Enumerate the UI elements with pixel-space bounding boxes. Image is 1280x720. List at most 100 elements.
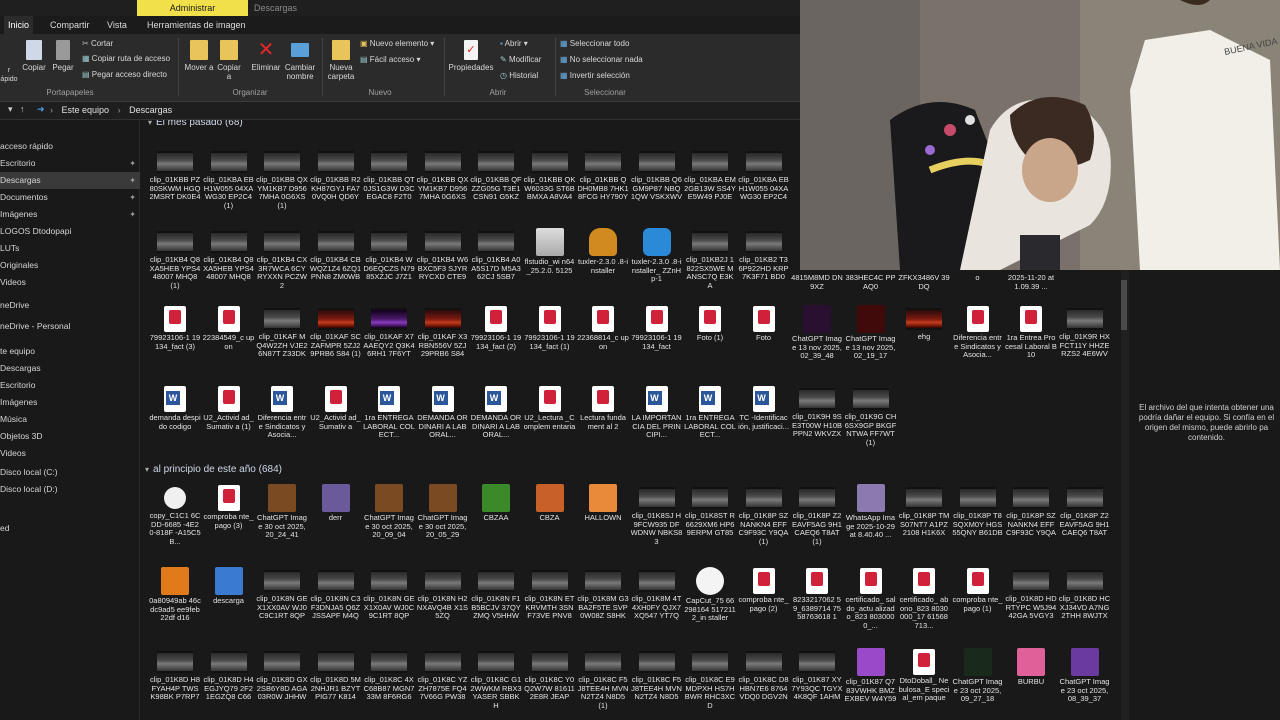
file-item[interactable]: clip_01K8C Y0Q2W7W 816112E8R JEAP bbox=[524, 648, 576, 720]
file-item[interactable]: clip_01K8N H2NXAVQ4B X1S5ZQ bbox=[417, 567, 469, 647]
file-item[interactable]: ChatGPT Image 13 nov 2025, 02_39_48 bbox=[791, 305, 843, 385]
file-item[interactable]: 79923106-1 19134_fact (1) bbox=[524, 305, 576, 385]
file-item[interactable]: clip_01K8N F1B5BCJV 37QYZMQ V5HHW bbox=[470, 567, 522, 647]
file-item[interactable]: clip_01K8SJ H9FCW935 DFWDNW NBKS83 bbox=[631, 484, 683, 564]
file-item[interactable]: ChatGPT Image 13 nov 2025, 02_19_17 bbox=[845, 305, 897, 385]
file-item[interactable]: clip_01KBA EBH1W055 04XAWG30 EP2C4 (1) bbox=[203, 148, 255, 228]
file-item[interactable]: clip_01K8P Z2EAVF5AG 9H1CAEQ6 T8AT bbox=[1059, 484, 1111, 564]
file-item[interactable]: clip_01K8D H8FYAH4P TWSK98BK P7RP7 bbox=[149, 648, 201, 720]
file-item[interactable]: WhatsApp Image 2025-10-29 at 8.40.40 ... bbox=[845, 484, 897, 564]
rename-button[interactable]: Cambiar nombre bbox=[282, 40, 318, 81]
sidebar-item[interactable]: neDrive - Personal bbox=[0, 318, 140, 335]
file-item[interactable]: clip_01K8N GEX1XX0AV WJ0C9C1RT 8QP bbox=[256, 567, 308, 647]
tab-herramientas-imagen[interactable]: Herramientas de imagen bbox=[143, 16, 250, 34]
copy-path-button[interactable]: ▦ Copiar ruta de acceso bbox=[82, 54, 170, 64]
sidebar-item[interactable]: Descargas bbox=[0, 360, 140, 377]
file-item[interactable]: ehg bbox=[898, 305, 950, 385]
file-item[interactable]: CapCut_75 66298164 5172112_in staller bbox=[684, 567, 736, 647]
scrollbar[interactable] bbox=[1121, 270, 1129, 720]
chevron-down-icon[interactable]: ▾ bbox=[8, 104, 13, 115]
file-item[interactable]: comproba nte_pago (2) bbox=[738, 567, 790, 647]
file-item[interactable]: flstudio_wi n64_25.2.0. 5125 bbox=[524, 228, 576, 308]
sidebar-item[interactable]: acceso rápido bbox=[0, 138, 140, 155]
delete-button[interactable]: ✕ Eliminar bbox=[250, 40, 282, 72]
sidebar-item[interactable]: Escritorio ✦ bbox=[0, 155, 140, 172]
file-item[interactable]: certificado_ saldo_actu alizado_823 8030… bbox=[845, 567, 897, 647]
file-item[interactable]: Diferencia entre Sindicatos y Asocia... bbox=[256, 385, 308, 465]
select-none-button[interactable]: ▦ No seleccionar nada bbox=[560, 55, 643, 65]
copy-button[interactable]: Copiar bbox=[20, 40, 48, 72]
file-item[interactable]: HALLOWN bbox=[577, 484, 629, 564]
file-item[interactable]: 1ra Entrea Procesal Laboral B10 bbox=[1005, 305, 1057, 385]
file-item[interactable]: CBZAA bbox=[470, 484, 522, 564]
properties-button[interactable]: ✓ Propiedades bbox=[448, 40, 494, 72]
sidebar-item[interactable]: Descargas ✦ bbox=[0, 172, 140, 189]
file-item[interactable]: clip_01K8C G12WWKM RBX3YASER SBBKH bbox=[470, 648, 522, 720]
file-item[interactable]: clip_01K8D HDRTYPC W5J9442GA 5VGY3 bbox=[1005, 567, 1057, 647]
select-all-button[interactable]: ▦ Seleccionar todo bbox=[560, 39, 629, 49]
file-item[interactable]: Foto (1) bbox=[684, 305, 736, 385]
file-item[interactable]: clip_01K8N GEX1X0AV WJ0C9C1RT 8QP bbox=[363, 567, 415, 647]
file-item[interactable]: 1ra ENTREGA LABORAL COLECT... bbox=[684, 385, 736, 465]
file-item[interactable]: clip_01K8P TMS07NT7 A1PZ2108 H1K6X bbox=[898, 484, 950, 564]
sidebar-item[interactable]: LUTs bbox=[0, 240, 140, 257]
file-item[interactable]: U2_Activid ad_Sumativ a bbox=[310, 385, 362, 465]
context-tab-administrar[interactable]: Administrar bbox=[137, 0, 248, 16]
file-item[interactable]: clip_01KBB QFZZG05G T3E1CSN91 G5KZ bbox=[470, 148, 522, 228]
file-item[interactable]: clip_01K9H 9SE3T00W H10BPPN2 WKVZX bbox=[791, 385, 843, 465]
group-header-last-month[interactable]: ▾ El mes pasado (68) bbox=[148, 120, 243, 128]
sidebar-item[interactable]: Escritorio bbox=[0, 377, 140, 394]
tab-compartir[interactable]: Compartir bbox=[46, 16, 94, 34]
file-item[interactable]: 0a80949ab 46cdc9ad5 ee9feb22df d16 bbox=[149, 567, 201, 647]
file-item[interactable]: clip_01K8C YZZH7875E FQ47V66G PW38 bbox=[417, 648, 469, 720]
sidebar-item[interactable]: te equipo bbox=[0, 343, 140, 360]
sidebar-item[interactable]: Objetos 3D bbox=[0, 428, 140, 445]
file-item[interactable]: clip_01K8C F5J8TEE4H MVNN2TZ4 N8D5 bbox=[631, 648, 683, 720]
file-item[interactable]: clip_01KBA EBH1W055 04XAWG30 EP2C4 bbox=[738, 148, 790, 228]
file-item[interactable]: TC -Identificac ión, justificaci... bbox=[738, 385, 790, 465]
file-item[interactable]: 1ra ENTREGA LABORAL COLECT... bbox=[363, 385, 415, 465]
cut-button[interactable]: ✂ Cortar bbox=[82, 39, 113, 49]
file-item[interactable]: Diferencia entre Sindicatos y Asocia... bbox=[952, 305, 1004, 385]
file-item[interactable]: clip_01K8P T8SQXM0Y HGS55QNY B61DB bbox=[952, 484, 1004, 564]
file-item[interactable]: 79923106-1 19134_fact (3) bbox=[149, 305, 201, 385]
file-item[interactable]: DEMANDA ORDINARI A LABORAL... bbox=[470, 385, 522, 465]
paste-shortcut-button[interactable]: ▤ Pegar acceso directo bbox=[82, 70, 167, 80]
file-item[interactable]: ChatGPT Image 30 oct 2025, 20_09_04 bbox=[363, 484, 415, 564]
file-item[interactable]: clip_01KB4 CBWQZ1Z4 6ZQ1PNN8 ZM0WB bbox=[310, 228, 362, 308]
file-item[interactable]: clip_01KBB QXYM1KB7 D9567MHA 0G6XS (1) bbox=[256, 148, 308, 228]
tab-inicio[interactable]: Inicio bbox=[4, 16, 34, 34]
sidebar-item[interactable]: LOGOS Dtodopapi bbox=[0, 223, 140, 240]
file-item[interactable]: clip_01K87 XY7Y93QC TGYX4K8QF 1AHM bbox=[791, 648, 843, 720]
file-item[interactable]: clip_01K8P SZNANKN4 EFFC9F93C Y9QA (1) bbox=[738, 484, 790, 564]
tab-vista[interactable]: Vista bbox=[103, 16, 131, 34]
file-item[interactable]: clip_01KB4 CX3R7WCA 6CYRYXXN PCZW2 bbox=[256, 228, 308, 308]
file-item[interactable]: clip_01K8D HCXJ34VD A7NG2THH 8WJTX bbox=[1059, 567, 1111, 647]
sidebar-item[interactable]: Disco local (C:) bbox=[0, 464, 140, 481]
file-item[interactable]: descarga bbox=[203, 567, 255, 647]
file-item[interactable]: clip_01K8P SZNANKN4 EFFC9F93C Y9QA bbox=[1005, 484, 1057, 564]
file-item[interactable]: clip_01KB2 T36P922HD KRP7K3F71 BD0 bbox=[738, 228, 790, 308]
file-item[interactable]: clip_01K87 Q783VWHK BMZEXBEV W4Y59 bbox=[845, 648, 897, 720]
file-item[interactable]: clip_01KAF X7AAEQY2 Q3K46RH1 7F6YT bbox=[363, 305, 415, 385]
move-to-button[interactable]: Mover a bbox=[184, 40, 214, 72]
file-item[interactable]: 22368814_c upon bbox=[577, 305, 629, 385]
file-item[interactable]: clip_01KBB QT0JS1G3W D3CEGAC8 F2T0 bbox=[363, 148, 415, 228]
file-item[interactable]: Lectura fundament al 2 bbox=[577, 385, 629, 465]
file-item[interactable]: clip_01KAF SCZAFMPR 5ZJ29PRB6 S84 (1) bbox=[310, 305, 362, 385]
file-item[interactable]: clip_01KBB PZ80SKWM HGQ2MSRT DK0E4 bbox=[149, 148, 201, 228]
edit-button[interactable]: ✎ Modificar bbox=[500, 55, 541, 65]
file-item[interactable]: clip_01K8C F5J8TEE4H MVNN2TZ4 N8D5 (1) bbox=[577, 648, 629, 720]
file-item[interactable]: derr bbox=[310, 484, 362, 564]
file-item[interactable]: tuxler-2.3.0 .8-installer_ ZZnHp-1 bbox=[631, 228, 683, 308]
paste-button[interactable]: Pegar bbox=[50, 40, 76, 72]
file-item[interactable]: BURBU bbox=[1005, 648, 1057, 720]
file-item[interactable]: clip_01KB4 W6BXC5F3 SJYRRYCXD CTE9 bbox=[417, 228, 469, 308]
sidebar-item[interactable]: ed bbox=[0, 520, 140, 537]
sidebar-item[interactable]: Originales bbox=[0, 257, 140, 274]
file-item[interactable]: U2_Lectura _Complem entaria bbox=[524, 385, 576, 465]
file-item[interactable]: comproba nte_pago (3) bbox=[203, 484, 255, 564]
scrollbar-thumb[interactable] bbox=[1121, 280, 1127, 330]
copy-to-button[interactable]: Copiar a bbox=[214, 40, 244, 81]
file-item[interactable]: ChatGPT Image 30 oct 2025, 20_24_41 bbox=[256, 484, 308, 564]
